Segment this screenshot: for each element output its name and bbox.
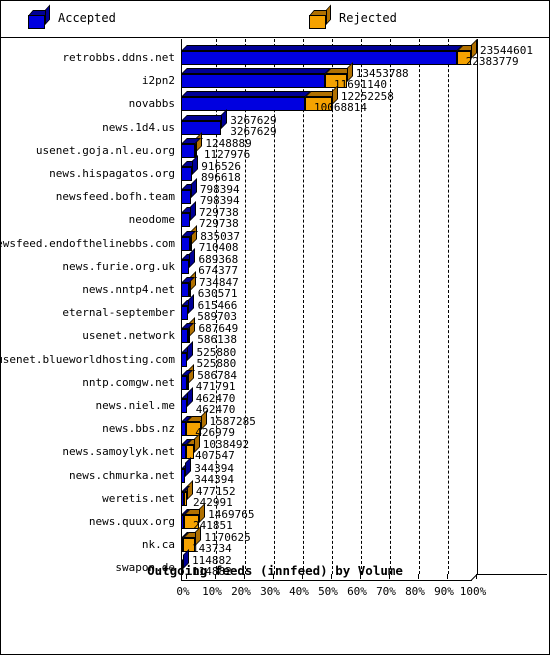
bar-value-total: 3267629 — [230, 113, 277, 127]
bar-accepted — [181, 456, 192, 483]
bar-accepted — [181, 323, 195, 344]
bar-value-accepted: 462470 — [195, 403, 236, 416]
y-axis-label: news.quux.org — [88, 515, 175, 528]
bar-value-accepted: 10068814 — [314, 101, 367, 115]
bar-accepted — [181, 277, 195, 297]
bar-value-accepted: 11691140 — [334, 78, 387, 92]
bar-value-accepted: 22383779 — [465, 55, 519, 68]
bar-accepted — [181, 532, 189, 553]
bar-value-accepted: 630571 — [197, 287, 238, 300]
y-axis-label: newsfeed.bofh.team — [55, 190, 175, 204]
bar-accepted — [181, 201, 196, 228]
y-axis-label: usenet.goja.nl.eu.org — [35, 143, 175, 157]
chart-page: Accepted Rejected 0% 10% 20% 30% 40% 50% 60% 70%… — [0, 0, 550, 655]
y-axis-label: neodome — [128, 213, 175, 227]
y-axis-label: news.hispagatos.org — [49, 167, 175, 180]
y-axis-label: news.niel.me — [95, 399, 175, 412]
bar-accepted — [181, 137, 201, 158]
bar-value-total: 525880 — [196, 345, 237, 359]
bar-accepted — [181, 294, 195, 321]
x-tick-label: 100% — [459, 585, 487, 599]
bar-accepted — [181, 91, 312, 112]
bar-accepted — [181, 230, 196, 251]
chart-plot-area: 0% 10% 20% 30% 40% 50% 60% 70% 80% 90% 100% retrobb… — [1, 38, 549, 654]
bar-value-accepted: 589703 — [197, 310, 237, 324]
bar-value-accepted: 1127976 — [203, 147, 251, 161]
bar-accepted — [181, 387, 193, 413]
bar-value-accepted: 710408 — [198, 240, 239, 254]
bar-value-accepted: 407547 — [195, 449, 235, 463]
y-axis-label: news.chmurka.net — [69, 468, 175, 482]
y-axis-label: usenet.network — [82, 329, 175, 343]
y-axis-label: weretis.net — [102, 491, 175, 505]
bar-accepted — [181, 509, 190, 529]
bar-accepted — [181, 178, 197, 205]
gridline-50pct — [332, 39, 333, 575]
y-axis-label: eternal-september — [62, 306, 175, 320]
bar-accepted — [181, 369, 193, 390]
bar-value-total: 344394 — [194, 461, 234, 475]
y-axis-label: usenet.blueworldhosting.com — [0, 352, 175, 366]
y-axis-label: news.bbs.nz — [102, 422, 175, 436]
bar-value-accepted: 729738 — [198, 217, 239, 231]
chart-title: Outgoing feeds (innfeed) by Volume — [147, 563, 403, 579]
legend-label: Rejected — [339, 11, 397, 25]
gridline-90pct — [448, 39, 449, 575]
cube-icon — [28, 4, 51, 29]
bar-accepted — [181, 155, 199, 181]
bar-rejected — [188, 271, 197, 297]
bar-rejected — [188, 317, 197, 344]
bar-value-accepted: 242991 — [192, 495, 233, 509]
bar-rejected — [189, 224, 198, 251]
gridline-80pct — [419, 39, 420, 575]
gridline-60pct — [361, 39, 362, 575]
bar-value-accepted: 674377 — [198, 263, 239, 277]
legend-label: Accepted — [58, 11, 116, 25]
gridline-40pct — [303, 39, 304, 575]
bar-value-accepted: 426979 — [195, 426, 235, 440]
bar-value-accepted: 471791 — [195, 379, 236, 393]
bar-value-accepted: 525880 — [196, 356, 237, 370]
cube-icon — [309, 4, 332, 29]
bar-rejected — [183, 479, 193, 506]
bar-rejected — [186, 363, 195, 390]
y-axis-label: nk.ca — [141, 538, 175, 552]
chart-legend: Accepted Rejected — [1, 1, 549, 38]
bar-accepted — [181, 416, 193, 437]
bar-value-accepted: 798394 — [199, 194, 240, 208]
y-axis-label: retrobbs.ddns.net — [62, 51, 175, 64]
bar-accepted — [181, 247, 196, 274]
bar-accepted — [181, 439, 193, 460]
bar-value-total: 835037 — [200, 229, 241, 243]
bar-accepted — [181, 340, 194, 367]
y-axis-label: newsfeed.endofthelinebbs.com — [0, 236, 175, 250]
bar-value-accepted: 344394 — [194, 472, 234, 486]
y-axis-label: news.nntp4.net — [82, 283, 175, 296]
chart-right-border — [477, 39, 478, 575]
y-axis-label: news.furie.org.uk — [62, 259, 175, 273]
x-axis-baseline — [181, 580, 472, 582]
y-axis-label: news.samoylyk.net — [62, 445, 175, 459]
bar-value-accepted: 3267629 — [230, 124, 277, 138]
gridline-70pct — [390, 39, 391, 575]
y-axis-label: news.1d4.us — [102, 120, 175, 134]
bar-value-accepted: 143734 — [192, 542, 232, 556]
bar-accepted — [181, 485, 190, 506]
bar-accepted — [181, 45, 463, 65]
bar-accepted — [181, 68, 331, 89]
y-axis-label: novabbs — [128, 97, 175, 111]
bar-value-accepted: 586138 — [197, 333, 237, 347]
bar-value-accepted: 896618 — [201, 171, 241, 184]
y-axis-label: nntp.comgw.net — [82, 375, 175, 389]
y-axis-label: i2pn2 — [141, 74, 175, 88]
